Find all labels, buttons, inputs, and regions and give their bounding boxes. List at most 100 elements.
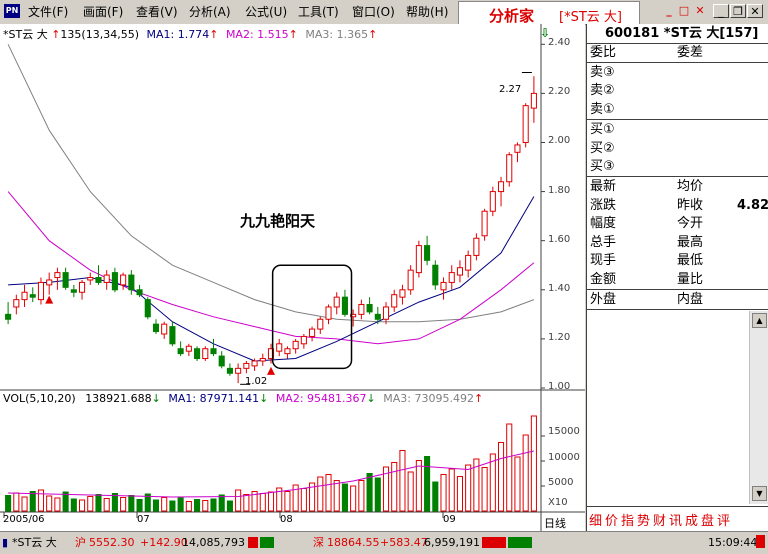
close-icon[interactable]: ✕ [692,4,708,18]
volume-bar [210,498,217,512]
quote-label: 金额 [590,272,617,287]
maximize-icon[interactable]: □ [676,4,692,18]
volume-bar [391,462,398,512]
volume-bar [37,489,45,512]
menu-analyze[interactable]: 分析(A) [189,5,231,20]
volume-bar [70,498,77,512]
candle-body [358,304,365,315]
vol-tick: 15000 [548,426,580,437]
vol-label: VOL(5,10,20) [3,392,76,405]
quote-label: 量比 [677,272,704,287]
period-tab[interactable]: 日线 [544,515,566,531]
menu-bar: PN 文件(F) 画面(F) 查看(V) 分析(A) 公式(U) 工具(T) 窗… [0,0,768,25]
volume-bar [226,500,233,512]
panel-tabs-label[interactable]: 细价指势财讯成盘评 [589,510,733,529]
quote-label: 昨收 [677,197,704,213]
low-price-label: 1.02 [245,376,268,387]
menu-formula[interactable]: 公式(U) [245,5,287,20]
volume-bar [497,442,505,512]
minimize-icon[interactable]: _ [661,4,677,18]
candle-body [144,299,151,318]
candle-body [185,345,192,352]
candle-body [169,326,176,345]
volume-bar [300,488,307,512]
panel-tabs[interactable]: 细价指势财讯成盘评 [587,506,768,529]
pattern-label: 九九艳阳天 [240,212,316,230]
scroll-down-icon[interactable]: ▼ [752,486,767,501]
menu-screen[interactable]: 画面(F) [83,5,123,20]
ma1-label: MA1: 1.774 [146,28,210,41]
buy-arrow-icon [267,366,275,375]
candle-body [497,181,505,193]
candle-body [366,304,373,313]
menu-window[interactable]: 窗口(O) [352,5,395,20]
price-tick: 1.60 [548,233,571,245]
download-arrow-icon[interactable]: ⇩ [540,26,550,40]
candle-body [276,343,283,352]
volume-bar [202,500,209,512]
vol-tick: 5000 [548,477,574,488]
volume-bar [120,497,127,512]
volume-bar [415,460,422,512]
menu-help[interactable]: 帮助(H) [406,5,448,20]
candle-body [111,272,118,291]
volume-bar [350,485,357,512]
candle-body [432,264,439,286]
date-tick: 07 [137,514,150,525]
candle-body [473,237,480,256]
quote-label: 均价 [677,179,704,194]
date-tick: 09 [443,514,456,525]
menu-view[interactable]: 查看(V) [136,5,178,20]
chart-area[interactable]: *ST云 大 ↑135(13,34,55) MA1: 1.774↑ MA2: 1… [0,24,585,546]
volume-bar [218,494,225,512]
menu-file[interactable]: 文件(F) [28,5,68,20]
candle-body [448,272,455,283]
sell2-label: 卖② [590,83,615,98]
quote-label: 最高 [677,234,704,250]
volume-bar [432,481,439,512]
waipan-label: 外盘 [590,292,617,307]
sz-label: 深 [313,536,324,549]
price-tick: 1.40 [548,282,571,294]
price-tick: 1.80 [548,184,571,196]
vol-value: 138921.688 [85,392,152,405]
quote-label: 最低 [677,253,704,269]
clock: 15:09:44 [708,536,758,549]
menu-tools[interactable]: 工具(T) [298,5,339,20]
down-arrow-icon: ↓ [151,392,161,405]
volume-bar [325,474,332,512]
panel-scrollbar[interactable]: ▲ ▼ [749,311,768,504]
candle-body [317,318,324,330]
buy2-label: 买② [590,141,615,156]
sz-change: +583.47 [380,536,428,549]
candle-body [391,294,398,308]
child-close-icon[interactable]: ✕ [747,4,763,18]
volume-bar [161,497,168,512]
kline-chart[interactable] [0,24,585,546]
weicha-label: 委差 [677,45,704,60]
sz-down-bar [508,537,532,548]
price-legend: *ST云 大 ↑135(13,34,55) MA1: 1.774↑ MA2: 1… [3,26,377,42]
stock-name-label: *ST云 大 [3,28,48,41]
child-restore-icon[interactable]: ❐ [730,4,746,18]
child-minimize-icon[interactable]: _ [713,4,729,18]
ma-params-label: 135(13,34,55) [60,28,139,41]
high-price-label: 2.27 [499,84,522,95]
volume-bar [185,501,192,512]
status-stock[interactable]: *ST云 大 [12,536,57,550]
volume-bar [333,480,340,512]
sh-change: +142.90 [140,536,188,549]
scroll-up-icon[interactable]: ▲ [752,313,767,328]
quote-label: 最新 [590,179,617,194]
candle-body [136,289,143,296]
down-arrow-icon: ↓ [259,392,269,405]
status-bar: ▮ *ST云 大 沪 5552.30 +142.90 14,085,793 深 … [0,531,768,554]
volume-bar [489,453,496,512]
volume-bar [152,499,160,512]
candle-body [13,299,20,308]
buy-arrow-icon [45,295,54,304]
candle-body [506,154,513,183]
down-arrow-icon: ↓ [366,392,376,405]
candle-body [235,367,242,374]
brand-name: 分析家 [489,7,535,25]
